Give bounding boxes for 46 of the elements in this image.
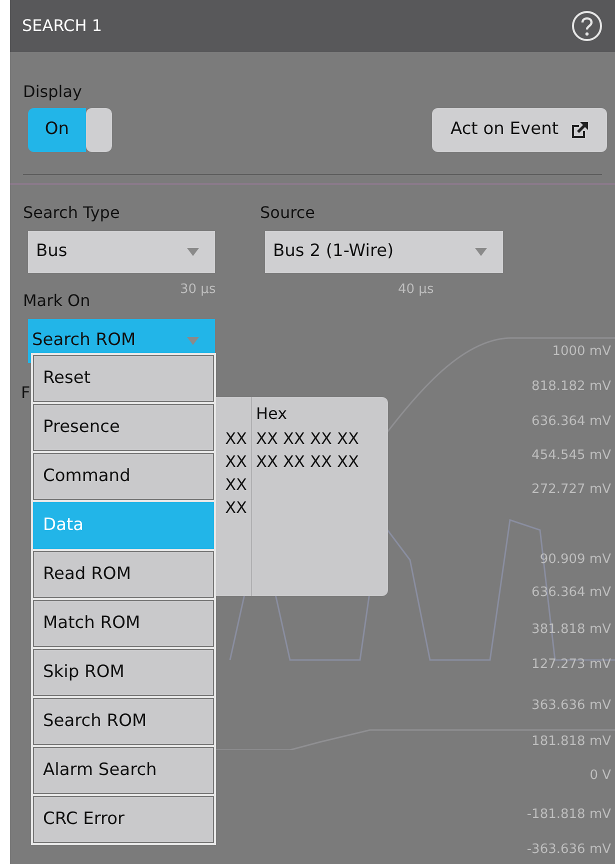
dropdown[interactable]: Bus (28, 231, 215, 273)
field-label: Mark On (23, 290, 90, 312)
field-label: Search Type (23, 202, 121, 224)
axis-label: 40 µs (398, 281, 434, 299)
dropdown[interactable]: Bus 2 (1-Wire) (265, 231, 503, 273)
help-icon[interactable] (571, 10, 603, 42)
external-link-icon (570, 121, 589, 139)
axis-label: 0 V (590, 767, 611, 785)
panel-title: SEARCH 1 (22, 15, 102, 37)
axis-label: 818.182 mV (532, 378, 611, 396)
menu-item[interactable]: CRC Error (33, 796, 214, 843)
table-cell-text: XX XX XX XX (256, 451, 359, 473)
table-cell-text: XX (225, 451, 247, 473)
axis-label: 381.818 mV (532, 621, 611, 639)
field-label: Source (260, 202, 316, 224)
axis-label: 636.364 mV (532, 413, 611, 431)
axis-label: 363.636 mV (532, 697, 611, 715)
axis-label: 1000 mV (552, 343, 611, 361)
menu-item[interactable]: Presence (33, 404, 214, 451)
axis-label: 272.727 mV (532, 481, 611, 499)
axis-label: 454.545 mV (532, 447, 611, 465)
caret-icon (187, 337, 199, 345)
axis-label: 181.818 mV (532, 733, 611, 751)
menu-item[interactable]: Search ROM (33, 698, 214, 745)
axis-label: -363.636 mV (526, 841, 611, 859)
menu-item[interactable]: Alarm Search (33, 747, 214, 794)
act-on-event-button[interactable]: Act on Event (432, 108, 607, 152)
table-cell-text: XX (225, 474, 247, 496)
table-cell-text: XX (225, 428, 247, 450)
axis-label: 636.364 mV (532, 584, 611, 602)
axis-label: 30 µs (180, 281, 216, 299)
menu-item[interactable]: Reset (33, 355, 214, 402)
menu-item[interactable]: Command (33, 453, 214, 500)
table-cell-text: XX XX XX XX (256, 428, 359, 450)
table-cell-text: XX (225, 497, 247, 519)
menu-item[interactable]: Match ROM (33, 600, 214, 647)
axis-label: 127.273 mV (532, 656, 611, 674)
menu-item[interactable]: Read ROM (33, 551, 214, 598)
axis-label: 90.909 mV (540, 551, 611, 569)
menu-item[interactable]: Skip ROM (33, 649, 214, 696)
axis-label: -181.818 mV (526, 806, 611, 824)
caret-icon (187, 248, 199, 256)
field-label: Display (23, 81, 83, 103)
caret-icon (475, 248, 487, 256)
field-label: F (21, 382, 30, 404)
column-header: Hex (256, 403, 288, 425)
